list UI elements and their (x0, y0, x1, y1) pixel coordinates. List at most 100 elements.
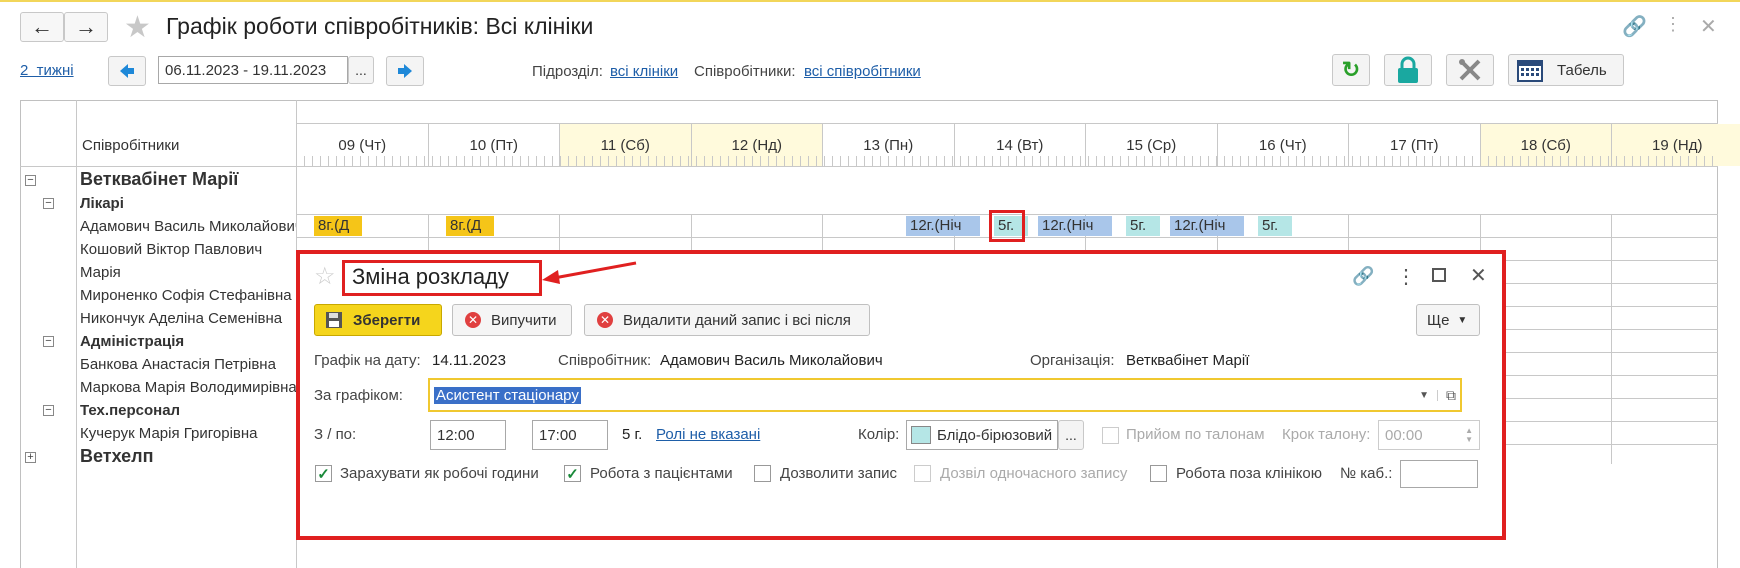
shift-cell[interactable]: 5г. (1126, 216, 1160, 236)
dept-link[interactable]: всі клініки (610, 63, 678, 80)
group-doctors[interactable]: Лікарі (80, 195, 124, 212)
simultaneous-booking-label: Дозвіл одночасного запису (940, 465, 1128, 482)
prev-period-button[interactable] (108, 56, 146, 86)
org-value: Ветквабінет Марії (1126, 352, 1250, 369)
employees-link[interactable]: всі співробітники (804, 63, 921, 80)
exclude-label: Випучити (491, 311, 557, 329)
close-icon[interactable]: ✕ (1700, 14, 1717, 39)
more-dropdown-button[interactable]: Ще ▼ (1416, 304, 1480, 336)
refresh-icon: ↻ (1341, 57, 1361, 82)
cabinet-input[interactable] (1400, 460, 1478, 488)
dialog-link-icon[interactable]: 🔗 (1352, 266, 1374, 287)
collapse-org1-toggle[interactable]: − (25, 175, 36, 186)
employee-row[interactable]: Никончук Аделіна Семенівна (80, 310, 296, 327)
color-label: Колір: (858, 426, 900, 443)
org-label: Організація: (1030, 352, 1115, 369)
calendar-icon (1517, 60, 1543, 82)
chevron-down-icon[interactable]: ▼ (1411, 389, 1438, 401)
count-hours-label: Зарахувати як робочі години (340, 465, 539, 482)
dialog-more-icon[interactable]: ⋮ (1396, 264, 1416, 289)
save-button[interactable]: Зберегти (314, 304, 442, 336)
employee-row[interactable]: Банкова Анастасія Петрівна (80, 356, 296, 373)
lock-icon (1398, 56, 1418, 83)
step-input[interactable]: 00:00 ▲ ▼ (1378, 420, 1480, 450)
spinner-icon[interactable]: ▲ ▼ (1465, 426, 1473, 444)
schedule-value: Асистент стаціонару (434, 386, 581, 404)
floppy-save-icon (326, 312, 342, 328)
date-range-field[interactable]: 06.11.2023 - 19.11.2023 (158, 56, 348, 84)
employee-row[interactable]: Кучерук Марія Григорівна (80, 425, 296, 442)
shift-cell[interactable]: 12г.(Ніч (906, 216, 980, 236)
expand-org2-toggle[interactable]: + (25, 452, 36, 463)
shift-cell[interactable]: 8г.(Д (314, 216, 362, 236)
roles-link[interactable]: Ролі не вказані (656, 426, 760, 443)
lock-button[interactable] (1384, 54, 1432, 86)
tickets-checkbox[interactable] (1102, 427, 1119, 444)
employees-label: Співробітники: (694, 63, 796, 80)
dialog-close-icon[interactable]: ✕ (1470, 263, 1487, 288)
arrow-right-icon (398, 64, 412, 78)
back-button[interactable]: ← (20, 12, 64, 42)
from-to-label: З / по: (314, 426, 357, 443)
more-label: Ще (1427, 311, 1450, 329)
group-tech[interactable]: Тех.персонал (80, 402, 180, 419)
date-range-select-button[interactable]: ... (348, 56, 374, 84)
hours-value: 5 г. (622, 426, 643, 443)
collapse-admin-toggle[interactable]: − (43, 336, 54, 347)
employee-row[interactable]: Адамович Василь Миколайович (80, 218, 296, 235)
annotation-arrow-icon (542, 261, 637, 284)
shift-cell[interactable]: 12г.(Ніч (1038, 216, 1112, 236)
shift-cell[interactable]: 8г.(Д (446, 216, 494, 236)
more-vertical-icon[interactable]: ⋮ (1664, 14, 1682, 35)
employee-row[interactable]: Маркова Марія Володимирівна (80, 379, 296, 396)
time-scale-ticks (296, 156, 1718, 166)
color-select-button[interactable]: ... (1058, 420, 1084, 450)
exclude-button[interactable]: ✕ Випучити (452, 304, 572, 336)
allow-booking-label: Дозволити запис (780, 465, 897, 482)
schedule-select[interactable]: Асистент стаціонару ▼ ⧉ (428, 378, 1462, 412)
forward-button[interactable]: → (64, 12, 108, 42)
collapse-tech-toggle[interactable]: − (43, 405, 54, 416)
refresh-button[interactable]: ↻ (1332, 54, 1370, 86)
delete-following-button[interactable]: ✕ Видалити даний запис і всі після (584, 304, 870, 336)
employee-row[interactable]: Мироненко Софія Стефанівна (80, 287, 296, 304)
org-vetkabinet[interactable]: Ветквабінет Марії (80, 169, 238, 190)
link-icon[interactable]: 🔗 (1622, 14, 1647, 39)
simultaneous-booking-checkbox[interactable] (914, 465, 931, 482)
from-time-input[interactable]: 12:00 (430, 420, 506, 450)
dept-label: Підрозділ: (532, 63, 603, 80)
tabel-button[interactable]: Табель (1508, 54, 1624, 86)
period-link[interactable]: 2 тижні (20, 62, 74, 79)
collapse-doctors-toggle[interactable]: − (43, 198, 54, 209)
count-hours-checkbox[interactable]: ✓ (315, 465, 332, 483)
to-time-input[interactable]: 17:00 (532, 420, 608, 450)
x-circle-icon: ✕ (597, 312, 613, 328)
work-patients-label: Робота з пацієнтами (590, 465, 733, 482)
next-period-button[interactable] (386, 56, 424, 86)
tools-icon (1459, 59, 1481, 81)
work-patients-checkbox[interactable]: ✓ (564, 465, 581, 483)
employee-row[interactable]: Марія (80, 264, 296, 281)
open-form-icon[interactable]: ⧉ (1438, 387, 1456, 404)
header-bottom-line (20, 166, 1718, 167)
favorite-star-icon[interactable]: ★ (124, 10, 151, 45)
dialog-favorite-star-icon[interactable]: ☆ (314, 262, 336, 291)
date-label: Графік на дату: (314, 352, 421, 369)
org-vethelp[interactable]: Ветхелп (80, 446, 153, 467)
selected-cell-highlight (989, 210, 1025, 242)
group-admin[interactable]: Адміністрація (80, 333, 184, 350)
color-select[interactable]: Блідо-бірюзовий (906, 420, 1058, 450)
save-label: Зберегти (353, 311, 421, 329)
employee-row[interactable]: Кошовий Віктор Павлович (80, 241, 296, 258)
outside-clinic-checkbox[interactable] (1150, 465, 1167, 482)
dialog-maximize-icon[interactable] (1432, 268, 1446, 282)
allow-booking-checkbox[interactable] (754, 465, 771, 482)
employee-label: Співробітник: (558, 352, 652, 369)
shift-cell[interactable]: 5г. (1258, 216, 1292, 236)
tree-column-divider (76, 100, 77, 568)
arrow-left-icon (120, 64, 134, 78)
shift-cell[interactable]: 12г.(Ніч (1170, 216, 1244, 236)
tabel-label: Табель (1557, 61, 1607, 79)
employee-value: Адамович Василь Миколайович (660, 352, 883, 369)
settings-tools-button[interactable] (1446, 54, 1494, 86)
